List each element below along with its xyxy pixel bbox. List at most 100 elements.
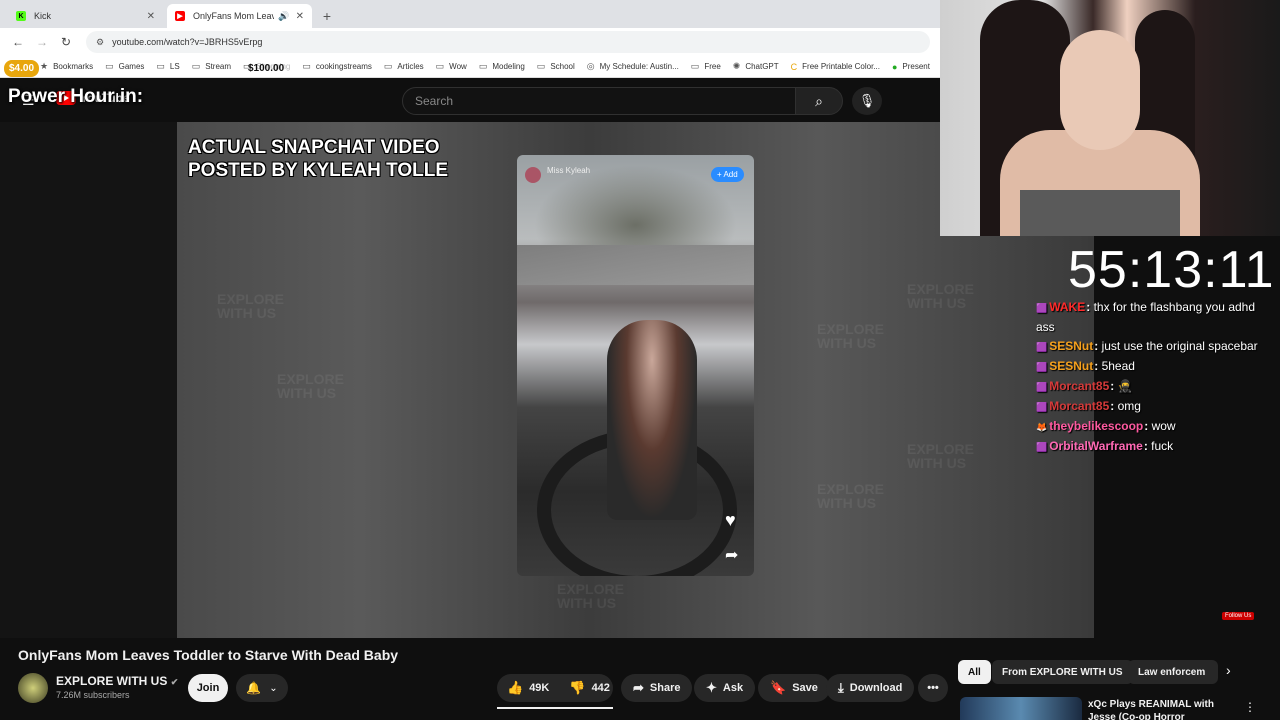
bookmark-item[interactable]: ● Present [892,62,930,72]
bookmarks-bar: ★ Bookmarks ▭ Games ▭ LS ▭ Stream ▭ Shopping … [0,56,940,78]
c-logo-icon: C [790,61,798,72]
chat-text: omg [1117,399,1141,413]
bookmark-item[interactable]: ▭ cookingstreams [302,61,372,72]
bookmark-item[interactable]: ◎ My Schedule: Austin... [587,61,679,72]
chat-message: 🟪 Morcant85: 🥷 [1036,379,1133,393]
site-info-icon[interactable]: ⚙ [96,37,104,48]
subscriber-count: 7.26M subscribers [56,690,130,700]
thumbs-up-icon: 👍 [507,680,524,695]
badge-icon: 🟪 [1036,362,1048,372]
chat-username: SESNut [1049,359,1094,373]
chip-law-enforcement[interactable]: Law enforcem [1128,660,1218,684]
chat-username: OrbitalWarframe [1049,439,1143,453]
bookmark-item[interactable]: ★ Bookmarks [40,61,93,72]
download-button[interactable]: ⤓ Download [826,674,915,702]
tab-youtube[interactable]: ▶ OnlyFans Mom Leaves Todd 🔊 ✕ [167,4,312,28]
like-dislike-group: 👍 49K 👎 442 [497,674,613,702]
bell-icon: 🔔 [246,681,262,695]
bookmark-item[interactable]: ▭ School [537,61,575,72]
chip-from-channel[interactable]: From EXPLORE WITH US [992,660,1133,684]
share-arrow-icon: ➦ [725,547,739,564]
close-tab-icon[interactable]: ✕ [147,11,155,22]
reload-icon[interactable]: ↻ [56,35,76,49]
chat-text: 5head [1101,359,1135,373]
search-button[interactable]: ⌕ [795,87,843,115]
channel-avatar[interactable] [18,673,48,703]
download-icon: ⤓ [838,680,844,695]
chevron-down-icon: ⌄ [269,682,278,694]
follow-us-badge: Follow Us [1222,612,1255,620]
notifications-button[interactable]: 🔔 ⌄ [236,674,288,702]
tab-kick[interactable]: K Kick ✕ [8,4,163,28]
bookmark-item[interactable]: C Free Printable Color... [791,62,880,72]
tab-label: OnlyFans Mom Leaves Todd [193,11,275,21]
back-icon[interactable]: ← [8,35,28,49]
snapchat-video: Miss Kyleah + Add ♥ ➦ [517,155,754,576]
snap-username: Miss Kyleah [547,166,591,175]
dislike-count: 442 [591,682,610,694]
recommended-title[interactable]: xQc Plays REANIMAL with Jesse (Co-op Hor… [1088,698,1218,720]
chat-text: fuck [1151,439,1174,453]
bookmark-item[interactable]: ▭ Articles [384,61,424,72]
recommended-thumbnail[interactable] [960,697,1082,720]
watermark: EXPLORE WITH US [907,441,974,471]
search-input[interactable]: Search [402,87,796,115]
person-image [607,320,697,520]
channel-name-text: EXPLORE WITH US [56,674,168,688]
voice-search-button[interactable]: 🎙 [852,87,882,115]
url-field[interactable]: ⚙ youtube.com/watch?v=JBRHS5vErpg [86,31,930,53]
webcam-feed [940,0,1280,236]
bookmark-item[interactable]: ▭ Wow [436,61,467,72]
chat-message: 🦊 theybelikescoop: wow [1036,419,1176,433]
watermark: EXPLORE WITH US [907,281,974,311]
share-button[interactable]: ➦ Share [621,674,693,702]
download-label: Download [849,682,903,694]
channel-name[interactable]: EXPLORE WITH US ✔ [56,674,178,688]
video-caption: ACTUAL SNAPCHAT VIDEO POSTED BY KYLEAH T… [188,136,448,182]
speaker-icon[interactable]: 🔊 [278,11,289,22]
chat-text: wow [1151,419,1176,433]
chat-username: SESNut [1049,339,1094,353]
donation-amount: $100.00 [248,63,285,74]
more-actions-button[interactable]: ••• [918,674,948,702]
power-hour-label: Power Hour in: [8,86,144,107]
chevron-right-icon[interactable]: › [1226,662,1231,678]
save-button[interactable]: 🔖 Save [758,674,830,702]
chat-text: just use the original spacebar [1101,339,1258,353]
badge-icon: 🦊 [1036,422,1048,432]
bookmark-item[interactable]: ▭ Modeling [479,61,525,72]
like-count: 49K [529,682,550,694]
browser-tab-bar: K Kick ✕ ▶ OnlyFans Mom Leaves Todd 🔊 ✕ … [0,0,940,28]
heart-icon: ♥ [725,510,736,530]
url-text: youtube.com/watch?v=JBRHS5vErpg [112,37,263,47]
mic-icon: 🎙 [858,93,876,108]
chat-message: 🟪 SESNut: just use the original spacebar [1036,339,1258,353]
kebab-menu-icon[interactable]: ⋮ [1244,700,1256,714]
watermark: EXPLORE WITH US [277,371,344,401]
video-letterbox [0,122,177,638]
new-tab-button[interactable]: + [316,4,338,28]
bookmark-icon: 🔖 [770,680,787,695]
folder-icon: ▭ [435,61,445,71]
forward-icon[interactable]: → [32,35,52,49]
folder-icon: ▭ [536,61,546,71]
sparkle-icon: ✦ [706,680,717,695]
bookmark-item[interactable]: ✺ ChatGPT [733,61,779,72]
folder-icon: ▭ [302,61,311,71]
video-player[interactable]: EXPLORE WITH US EXPLORE WITH US EXPLORE WIT… [0,122,1094,638]
chip-all[interactable]: All [958,660,991,684]
badge-icon: 🟪 [1036,303,1048,313]
bookmark-item[interactable]: ▭ LS [156,61,179,72]
like-underline [497,707,613,709]
bookmark-item[interactable]: ▭ Games [105,61,144,72]
dislike-button[interactable]: 👎 442 [559,674,620,702]
join-button[interactable]: Join [188,674,228,702]
close-tab-icon[interactable]: ✕ [296,11,304,22]
watermark: EXPLORE WITH US [817,321,884,351]
bookmark-item[interactable]: ▭ Stream [192,61,231,72]
bookmark-item[interactable]: ▭ Free [691,61,721,72]
search-icon: ⌕ [815,92,823,109]
chat-message: 🟪 WAKE: thx for the flashbang you adhd as… [1036,300,1256,334]
like-button[interactable]: 👍 49K [497,674,559,702]
ask-button[interactable]: ✦ Ask [694,674,756,702]
